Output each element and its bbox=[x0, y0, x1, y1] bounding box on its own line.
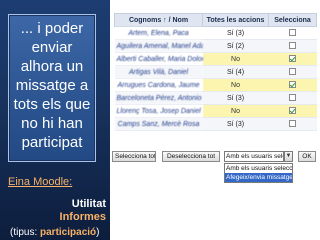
select-cell bbox=[268, 52, 317, 66]
slide: ... i poder enviar alhora un missatge a … bbox=[0, 0, 320, 240]
header-actions[interactable]: Totes les accions bbox=[202, 13, 269, 27]
student-name[interactable]: Artem, Elena, Paca bbox=[114, 26, 203, 40]
select-checkbox[interactable] bbox=[289, 94, 296, 102]
dropdown-option-selected[interactable]: Afegeix/envia missatge bbox=[225, 173, 292, 182]
student-name[interactable]: Arrugues Cardona, Jaume bbox=[114, 78, 203, 92]
table-row: Barceloneta Pérez, Antonio Sí (3) bbox=[114, 91, 317, 105]
actions-count: No bbox=[202, 52, 269, 66]
header-select: Selecciona bbox=[268, 13, 317, 27]
participation-table: Cognoms ↑ / Nom Totes les accions Selecc… bbox=[114, 13, 317, 131]
ok-button[interactable]: OK bbox=[298, 151, 316, 162]
table-row: Artigas Vilà, Daniel Sí (4) bbox=[114, 65, 317, 79]
select-checkbox[interactable] bbox=[289, 107, 296, 115]
action-dropdown: Amb els usuaris seleccionats Afegeix/env… bbox=[224, 163, 293, 183]
utilitat-label: Utilitat bbox=[71, 198, 106, 210]
actions-count: Sí (4) bbox=[202, 65, 269, 79]
select-cell bbox=[268, 65, 317, 79]
informes-label: Informes bbox=[59, 211, 106, 223]
eina-label: Eina Moodle: bbox=[8, 176, 73, 188]
table-body: Artem, Elena, Paca Sí (3) Aguilera Amenal,… bbox=[114, 26, 317, 131]
left-panel: ... i poder enviar alhora un missatge a … bbox=[0, 0, 110, 240]
actions-count: No bbox=[202, 78, 269, 92]
select-cell bbox=[268, 39, 317, 53]
action-select[interactable]: Amb els usuaris seleccionats bbox=[224, 151, 284, 162]
tool-info: Eina Moodle: Utilitat Informes (tipus: p… bbox=[8, 176, 108, 238]
table-row: Artem, Elena, Paca Sí (3) bbox=[114, 26, 317, 40]
select-cell bbox=[268, 26, 317, 40]
student-name[interactable]: Camps Sanz, Mercè Rosa bbox=[114, 117, 203, 131]
tipus-suffix: ) bbox=[96, 227, 100, 238]
tipus-value: participació bbox=[40, 227, 97, 238]
select-cell bbox=[268, 117, 317, 131]
dropdown-option[interactable]: Amb els usuaris seleccionats bbox=[225, 164, 292, 173]
select-checkbox[interactable] bbox=[289, 68, 296, 76]
table-header-row: Cognoms ↑ / Nom Totes les accions Selecc… bbox=[114, 13, 317, 27]
select-checkbox[interactable] bbox=[289, 55, 296, 63]
select-cell bbox=[268, 78, 317, 92]
actions-count: Sí (3) bbox=[202, 91, 269, 105]
select-checkbox[interactable] bbox=[289, 81, 296, 89]
tipus-prefix: (tipus: bbox=[10, 227, 41, 238]
select-checkbox[interactable] bbox=[289, 120, 296, 128]
header-name[interactable]: Cognoms ↑ / Nom bbox=[114, 13, 203, 27]
select-all-button[interactable]: Selecciona tot bbox=[112, 151, 156, 162]
student-name[interactable]: Aguilera Amenal, Manel Ada bbox=[114, 39, 203, 53]
select-checkbox[interactable] bbox=[289, 42, 296, 50]
actions-count: Sí (3) bbox=[202, 117, 269, 131]
table-row: Llorenç Tosa, Josep Daniel No bbox=[114, 104, 317, 118]
table-row: Camps Sanz, Mercè Rosa Sí (3) bbox=[114, 117, 317, 131]
actions-count: Sí (3) bbox=[202, 26, 269, 40]
callout-text: ... i poder enviar alhora un missatge a … bbox=[8, 14, 96, 162]
select-checkbox[interactable] bbox=[289, 29, 296, 37]
table-row: Aguilera Amenal, Manel Ada Sí (2) bbox=[114, 39, 317, 53]
select-cell bbox=[268, 104, 317, 118]
actions-count: Sí (2) bbox=[202, 39, 269, 53]
student-name[interactable]: Llorenç Tosa, Josep Daniel bbox=[114, 104, 203, 118]
select-cell bbox=[268, 91, 317, 105]
actions-count: No bbox=[202, 104, 269, 118]
tipus-line: (tipus: participació) bbox=[10, 226, 100, 239]
student-name[interactable]: Alberti Caballer, Maria Dolores bbox=[114, 52, 203, 66]
student-name[interactable]: Barceloneta Pérez, Antonio bbox=[114, 91, 203, 105]
table-row: Arrugues Cardona, Jaume No bbox=[114, 78, 317, 92]
chevron-down-icon[interactable]: ▼ bbox=[284, 151, 293, 162]
student-name[interactable]: Artigas Vilà, Daniel bbox=[114, 65, 203, 79]
table-row: Alberti Caballer, Maria Dolores No bbox=[114, 52, 317, 66]
deselect-all-button[interactable]: Deselecciona tot bbox=[162, 151, 220, 162]
moodle-screenshot: Cognoms ↑ / Nom Totes les accions Selecc… bbox=[110, 0, 320, 240]
toolbar: Selecciona tot Deselecciona tot Amb els … bbox=[112, 151, 318, 163]
